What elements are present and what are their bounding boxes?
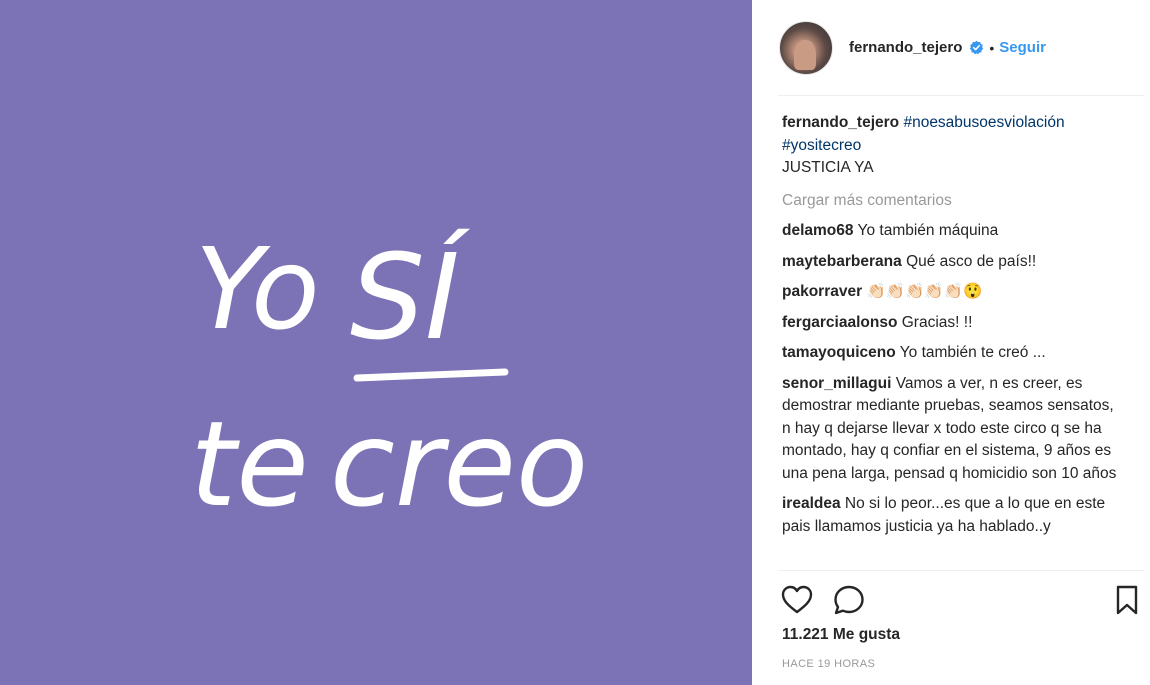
comment-item: maytebarberana Qué asco de país!! — [782, 251, 1120, 274]
verified-badge-icon — [970, 40, 984, 55]
post-image[interactable]: Yo SÍ te creo — [0, 0, 752, 685]
comment-item: pakorraver 👏🏻👏🏻👏🏻👏🏻👏🏻😲 — [782, 281, 1120, 304]
comment-username[interactable]: maytebarberana — [782, 253, 902, 270]
post-timestamp[interactable]: HACE 19 HORAS — [782, 658, 875, 670]
caption-hashtag[interactable]: #noesabusoesviolación — [903, 114, 1064, 131]
comment-text: Yo también te creó ... — [899, 344, 1046, 361]
comment-item: fergarciaalonso Gracias! !! — [782, 312, 1120, 335]
post-sidebar: fernando_tejero • Seguir fernando_tejero… — [752, 0, 1150, 685]
comment-item: irealdea No si lo peor...es que a lo que… — [782, 493, 1120, 538]
comment-username[interactable]: pakorraver — [782, 283, 862, 300]
post-actions — [780, 583, 1140, 617]
comment-username[interactable]: delamo68 — [782, 222, 854, 239]
post-header: fernando_tejero • Seguir — [779, 20, 1119, 75]
comment-username[interactable]: tamayoquiceno — [782, 344, 896, 361]
comment-text: Qué asco de país!! — [906, 252, 1037, 270]
header-divider — [778, 95, 1144, 96]
comments-list[interactable]: fernando_tejero #noesabusoesviolación #y… — [782, 112, 1120, 568]
artwork-word-creo: creo — [330, 395, 588, 533]
caption-hashtag[interactable]: #yositecreo — [782, 137, 861, 154]
comment-item: delamo68 Yo también máquina — [782, 220, 1120, 243]
comment-item: senor_millagui Vamos a ver, n es creer, … — [782, 373, 1120, 486]
actions-divider — [778, 570, 1144, 571]
follow-button[interactable]: Seguir — [999, 39, 1046, 56]
load-more-comments-button[interactable]: Cargar más comentarios — [782, 190, 1120, 213]
likes-count[interactable]: 11.221 Me gusta — [782, 626, 900, 644]
artwork-word-yo: Yo — [195, 225, 320, 355]
comment-bubble-icon[interactable] — [832, 583, 866, 617]
comment-text: Yo también máquina — [857, 222, 999, 239]
comment-username[interactable]: senor_millagui — [782, 375, 891, 392]
comment-text: 👏🏻👏🏻👏🏻👏🏻👏🏻😲 — [866, 283, 983, 300]
post-image-artwork: Yo SÍ te creo — [190, 225, 588, 533]
comment-item: tamayoquiceno Yo también te creó ... — [782, 342, 1120, 365]
artwork-word-te: te — [190, 395, 309, 533]
artwork-underline — [353, 368, 509, 382]
comment-text: Gracias! !! — [901, 313, 973, 331]
caption-username[interactable]: fernando_tejero — [782, 114, 899, 131]
header-separator: • — [989, 39, 995, 56]
bookmark-icon[interactable] — [1110, 583, 1144, 617]
artwork-word-si: SÍ — [350, 228, 471, 366]
comment-username[interactable]: irealdea — [782, 495, 841, 512]
avatar[interactable] — [779, 20, 833, 75]
comment-username[interactable]: fergarciaalonso — [782, 314, 897, 331]
header-username[interactable]: fernando_tejero — [849, 39, 962, 56]
caption-text: JUSTICIA YA — [782, 159, 874, 176]
post-caption: fernando_tejero #noesabusoesviolación #y… — [782, 112, 1120, 180]
heart-icon[interactable] — [780, 583, 814, 617]
